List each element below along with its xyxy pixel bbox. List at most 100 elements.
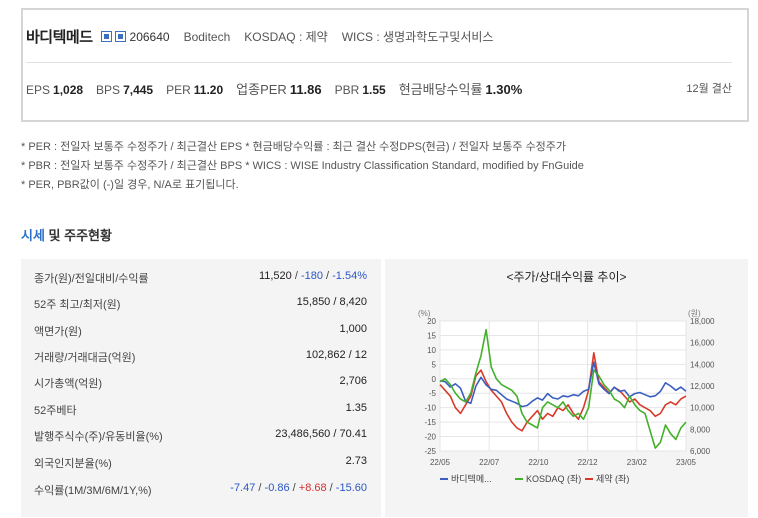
left-axis-unit: (%) [418,309,431,318]
metric-bps-value: 7,445 [123,83,154,97]
stat-value: 1.35 [346,402,367,414]
stat-value-part: 1,000 [339,323,367,335]
metric-dividend-yield-value: 1.30% [485,82,523,97]
settlement-month: 12월 결산 [686,83,732,95]
stat-row: 발행주식수(주)/유동비율(%) 23,486,560 / 70.41 [21,422,381,448]
stat-row: 52주베타 1.35 [21,396,381,422]
stat-value-part: -0.86 [264,482,290,494]
stat-value-part: -1.54% [332,270,367,282]
stat-value-part: -180 [300,270,323,282]
stat-value: -7.47 / -0.86 / +8.68 / -15.60 [230,482,367,494]
x-tick-label: 23/05 [676,458,697,467]
stat-label: 종가(원)/전일대비/수익률 [34,273,149,285]
stat-value-part: 102,862 / 12 [305,349,367,361]
stat-row: 종가(원)/전일대비/수익률 11,520 / -180 / -1.54% [21,264,381,290]
right-tick-label: 8,000 [690,425,711,434]
stat-value-part: -15.60 [335,482,367,494]
legend-label: 제약 (좌) [596,473,629,484]
company-profile-icon[interactable] [100,31,112,42]
stat-value-part: 15,850 / 8,420 [296,296,367,308]
stat-value-part: / [322,270,333,282]
metric-pbr: PBR 1.55 [335,83,386,97]
legend-label: KOSDAQ (좌) [526,474,581,484]
left-tick-label: -5 [429,389,437,398]
stat-value-part: / [326,482,336,494]
metric-industry-per-label: 업종PER [236,82,287,97]
stat-value-part: -7.47 [230,482,256,494]
stat-value-part: / [291,270,301,282]
stat-row: 외국인지분율(%) 2.73 [21,449,381,475]
stat-label: 시가총액(억원) [34,378,103,390]
section-title: 시세 및 주주현황 [21,225,112,244]
wics-sector: WICS : 생명과학도구및서비스 [341,30,494,44]
stat-value: 2,706 [339,375,367,387]
summary-divider [26,62,732,63]
stat-value-part: 2.73 [345,455,367,467]
left-tick-label: -10 [424,404,436,413]
valuation-metrics: EPS 1,028 BPS 7,445 PER 11.20 업종PER 11.86 PB… [26,79,535,98]
metric-bps-label: BPS [96,83,121,97]
right-tick-label: 12,000 [690,382,715,391]
left-tick-label: 15 [427,331,436,340]
footnote-pbr: * PBR : 전일자 보통주 수정주가 / 최근결산 BPS * WICS :… [21,160,584,172]
stat-value-part: 2,706 [339,375,367,387]
metric-bps: BPS 7,445 [96,83,153,97]
stat-value: 23,486,560 / 70.41 [275,428,367,440]
metric-per: PER 11.20 [166,83,223,97]
right-tick-label: 6,000 [690,447,711,456]
stat-value: 1,000 [339,323,367,335]
company-english-name: Boditech [183,29,231,44]
right-tick-label: 16,000 [690,339,715,348]
legend-label: 바디텍메... [451,474,492,484]
report-icon[interactable] [114,31,126,42]
x-tick-label: 23/02 [627,458,648,467]
market-sector: KOSDAQ : 제약 [244,30,328,44]
left-tick-label: 5 [432,360,437,369]
chart-panel: <주가/상대수익률 추이> 20 15 10 5 0 -5 -10 -15 -20 -25 18,0… [385,259,748,517]
x-tick-label: 22/12 [578,458,599,467]
right-tick-label: 18,000 [690,317,715,326]
stat-label: 액면가(원) [34,326,82,338]
left-tick-label: 20 [427,317,436,326]
stat-value: 2.73 [346,455,367,467]
metric-pbr-label: PBR [334,83,360,97]
company-title-row: 바디텍메드 206640 Boditech KOSDAQ : 제약 WICS :… [26,26,493,47]
footnote-negative: * PER, PBR값이 (-)일 경우, N/A로 표기됩니다. [21,179,239,191]
stat-row: 액면가(원) 1,000 [21,317,381,343]
stat-value-part: / [289,482,299,494]
stat-row: 거래량/거래대금(억원) 102,862 / 12 [21,343,381,369]
metric-per-label: PER [166,83,191,97]
x-tick-label: 22/10 [528,458,549,467]
stat-label: 외국인지분율(%) [34,458,112,470]
section-title-highlight: 시세 [21,228,45,243]
market-stats-table: 종가(원)/전일대비/수익률 11,520 / -180 / -1.54% 52주 … [21,259,381,517]
metric-dividend-yield: 현금배당수익률 1.30% [399,79,523,98]
left-tick-label: -25 [424,447,436,456]
metric-pbr-value: 1.55 [362,83,386,97]
stat-row: 수익률(1M/3M/6M/1Y,%) -7.47 / -0.86 / +8.68 … [21,476,381,502]
section-title-rest: 및 주주현황 [44,228,112,243]
price-chart: 20 15 10 5 0 -5 -10 -15 -20 -25 18,000 16,000 14,000… [418,309,715,484]
left-tick-label: -15 [424,418,436,427]
right-tick-label: 10,000 [690,404,715,413]
stat-value-part: +8.68 [298,482,327,494]
metric-per-value: 11.20 [193,83,224,97]
left-tick-label: -20 [424,433,436,442]
metric-eps-label: EPS [26,83,51,97]
stat-label: 52주 최고/최저(원) [34,299,121,311]
plot-area [439,320,687,452]
stat-value: 11,520 / -180 / -1.54% [259,270,367,282]
stat-row: 52주 최고/최저(원) 15,850 / 8,420 [21,290,381,316]
footnote-per: * PER : 전일자 보통주 수정주가 / 최근결산 EPS * 현금배당수익… [21,141,567,153]
metric-eps-value: 1,028 [53,83,84,97]
stat-label: 52주베타 [34,405,77,417]
metric-industry-per-value: 11.86 [289,82,322,97]
metric-dividend-yield-label: 현금배당수익률 [398,82,483,97]
stat-value-part: 23,486,560 / 70.41 [275,428,367,440]
metric-industry-per: 업종PER 11.86 [236,79,321,98]
stat-value: 15,850 / 8,420 [297,296,367,308]
stat-label: 발행주식수(주)/유동비율(%) [34,431,163,443]
left-tick-label: 0 [432,375,437,384]
stat-row: 시가총액(억원) 2,706 [21,369,381,395]
stat-value: 102,862 / 12 [306,349,367,361]
